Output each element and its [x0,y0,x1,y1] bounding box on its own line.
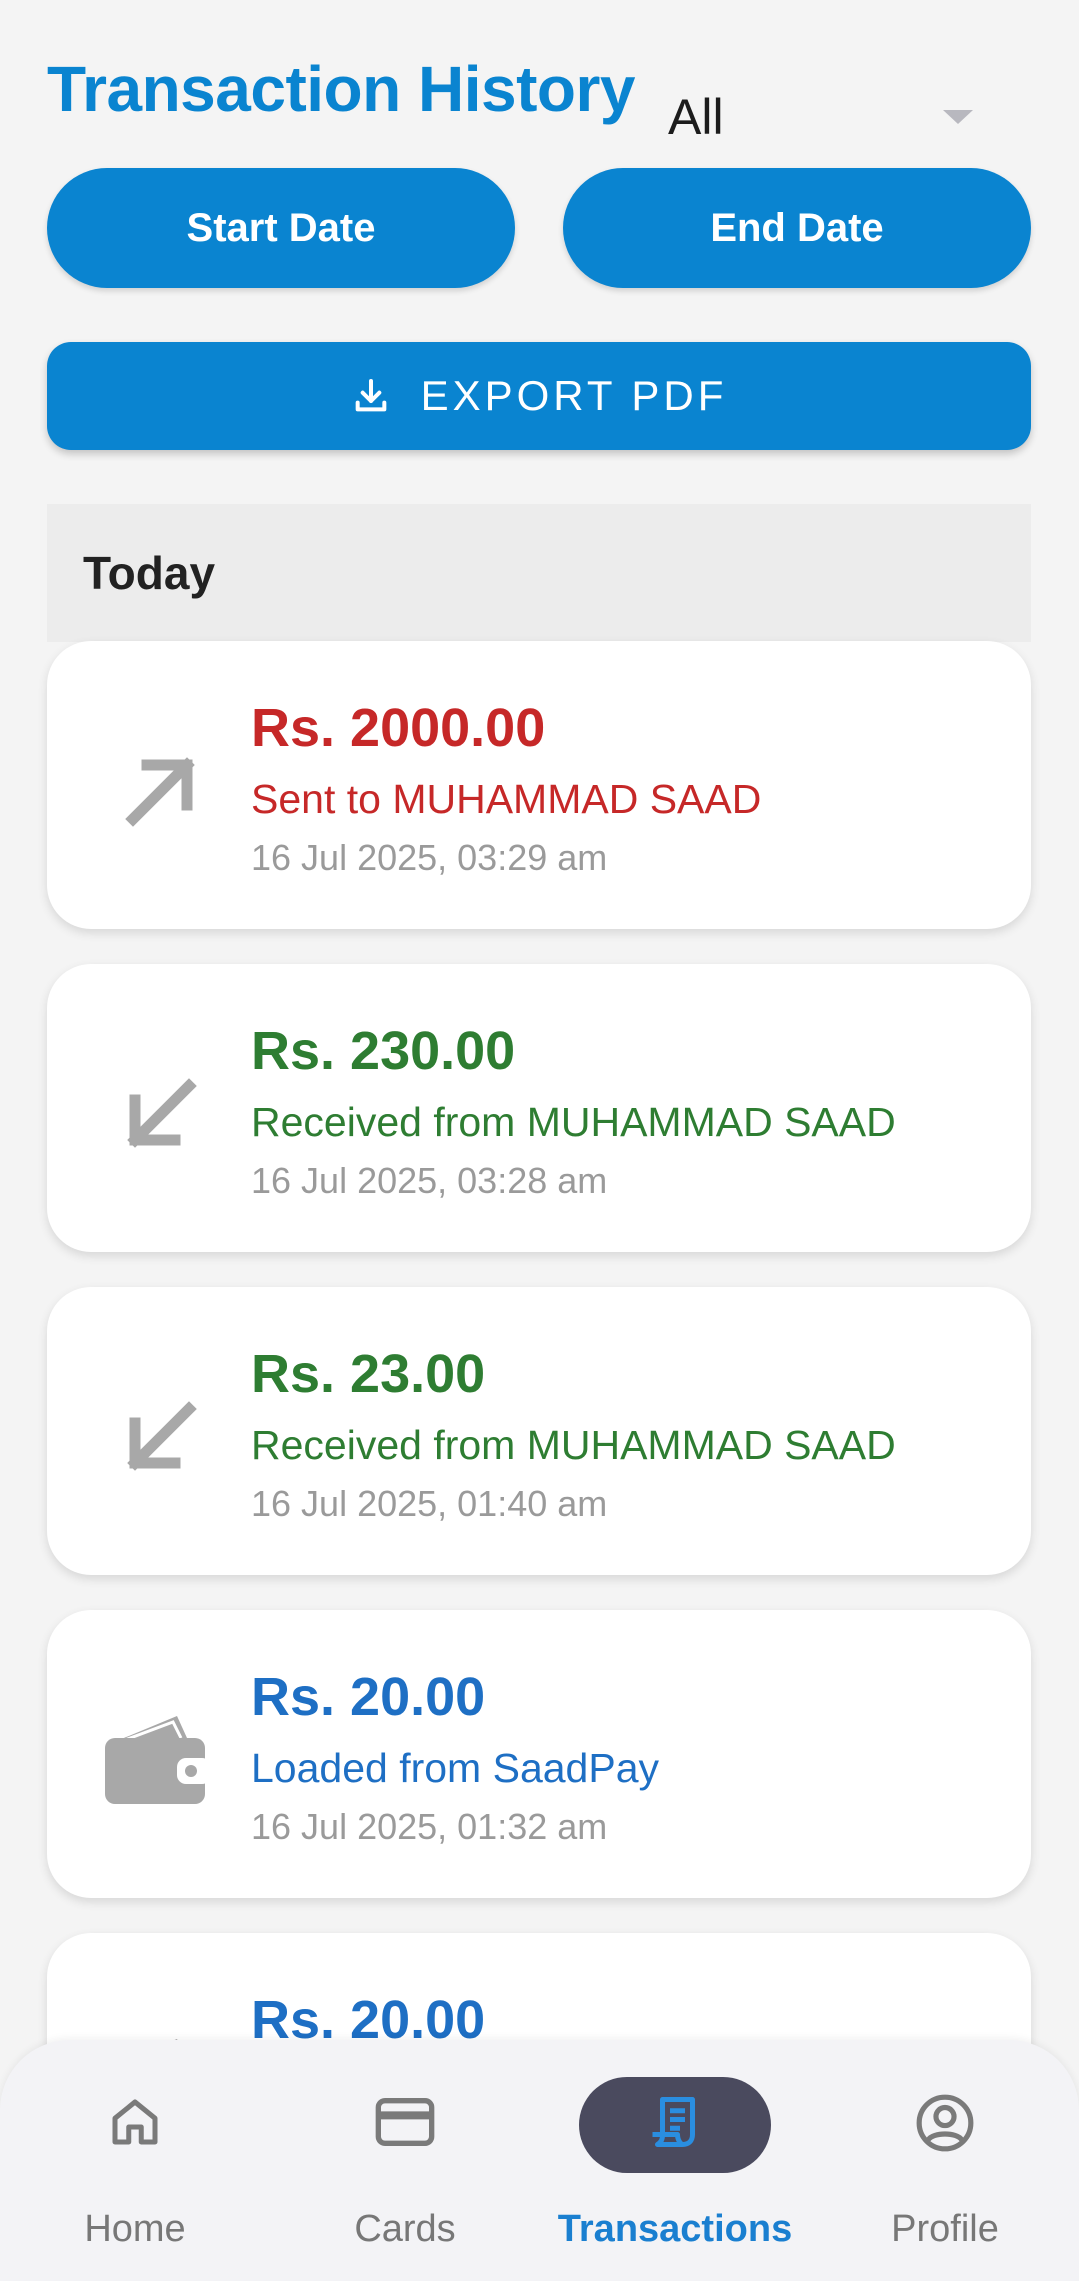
nav-home-label: Home [84,2208,186,2250]
export-pdf-button[interactable]: EXPORT PDF [47,342,1031,450]
receipt-icon [645,2092,705,2157]
transaction-amount: Rs. 2000.00 [251,698,546,758]
nav-profile-label: Profile [891,2208,999,2250]
page-title: Transaction History [47,53,636,125]
transaction-card[interactable]: Rs. 230.00 Received from MUHAMMAD SAAD 1… [47,964,1031,1252]
nav-transactions[interactable]: Transactions [540,2040,810,2281]
transaction-amount: Rs. 23.00 [251,1344,486,1404]
arrow-down-left-icon [111,1064,211,1164]
end-date-button[interactable]: End Date [563,168,1031,288]
home-icon [105,2092,165,2157]
date-section-header: Today [47,504,1031,642]
transaction-description: Received from MUHAMMAD SAAD [251,1422,896,1468]
transaction-card[interactable]: Rs. 20.00 Loaded from SaadPay 16 Jul 202… [47,1610,1031,1898]
transaction-time: 16 Jul 2025, 03:29 am [251,837,608,878]
card-icon [373,2092,437,2157]
transaction-time: 16 Jul 2025, 01:40 am [251,1483,608,1524]
transaction-card[interactable]: Rs. 2000.00 Sent to MUHAMMAD SAAD 16 Jul… [47,641,1031,929]
nav-cards-label: Cards [354,2208,456,2250]
section-label: Today [83,547,216,599]
profile-icon [914,2092,976,2159]
download-icon [351,376,391,416]
transaction-amount: Rs. 230.00 [251,1021,516,1081]
arrow-up-right-icon [111,741,211,841]
start-date-button[interactable]: Start Date [47,168,515,288]
wallet-icon [99,1702,211,1814]
nav-cards[interactable]: Cards [270,2040,540,2281]
transaction-amount: Rs. 20.00 [251,1667,486,1727]
transaction-description: Received from MUHAMMAD SAAD [251,1099,896,1145]
transaction-history-screen: Transaction History All Start Date End D… [0,0,1079,2281]
transaction-card[interactable]: Rs. 23.00 Received from MUHAMMAD SAAD 16… [47,1287,1031,1575]
nav-home[interactable]: Home [0,2040,270,2281]
bottom-navigation: Home Cards Transactions Profile [0,2040,1079,2281]
arrow-down-left-icon [111,1387,211,1487]
export-pdf-label: EXPORT PDF [420,372,728,419]
dropdown-selected-value: All [668,89,724,145]
nav-profile[interactable]: Profile [810,2040,1079,2281]
transaction-description: Loaded from SaadPay [251,1745,659,1791]
nav-transactions-label: Transactions [557,2208,793,2250]
dropdown-arrow-icon [943,110,973,124]
transaction-description: Sent to MUHAMMAD SAAD [251,776,762,822]
transaction-time: 16 Jul 2025, 01:32 am [251,1806,608,1847]
transaction-time: 16 Jul 2025, 03:28 am [251,1160,608,1201]
transaction-type-dropdown[interactable]: All [668,88,983,152]
